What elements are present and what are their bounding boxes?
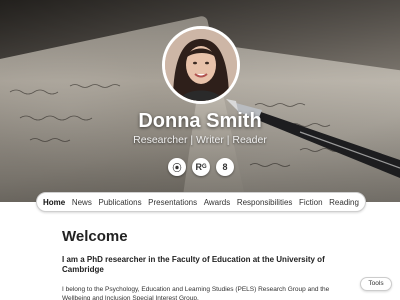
nav-item-home[interactable]: Home xyxy=(43,198,65,207)
profile-name: Donna Smith xyxy=(138,110,262,132)
researchgate-icon[interactable]: Rᴳ xyxy=(192,158,210,176)
hero-banner: Donna Smith Researcher | Writer | Reader… xyxy=(0,0,400,202)
main-content: Welcome I am a PhD researcher in the Fac… xyxy=(62,228,342,300)
page-title: Welcome xyxy=(62,228,128,245)
nav-item-awards[interactable]: Awards xyxy=(204,198,231,207)
orcid-icon[interactable]: ⦿ xyxy=(168,158,186,176)
nav-item-reading[interactable]: Reading xyxy=(329,198,359,207)
nav-item-presentations[interactable]: Presentations xyxy=(148,198,197,207)
intro-text: I am a PhD researcher in the Faculty of … xyxy=(62,255,325,274)
social-links: ⦿ Rᴳ 8 xyxy=(168,158,234,178)
tools-button[interactable]: Tools xyxy=(360,277,392,291)
nav-item-responsibilities[interactable]: Responsibilities xyxy=(237,198,293,207)
nav-item-publications[interactable]: Publications xyxy=(98,198,141,207)
nav-item-fiction[interactable]: Fiction xyxy=(299,198,323,207)
profile-tagline: Researcher | Writer | Reader xyxy=(133,134,267,146)
nav-item-news[interactable]: News xyxy=(72,198,92,207)
google-scholar-icon[interactable]: 8 xyxy=(216,158,234,176)
main-nav: Home News Publications Presentations Awa… xyxy=(36,192,366,212)
portrait-image xyxy=(165,29,237,101)
profile-avatar xyxy=(162,26,240,104)
body-text: I belong to the Psychology, Education an… xyxy=(62,286,330,300)
